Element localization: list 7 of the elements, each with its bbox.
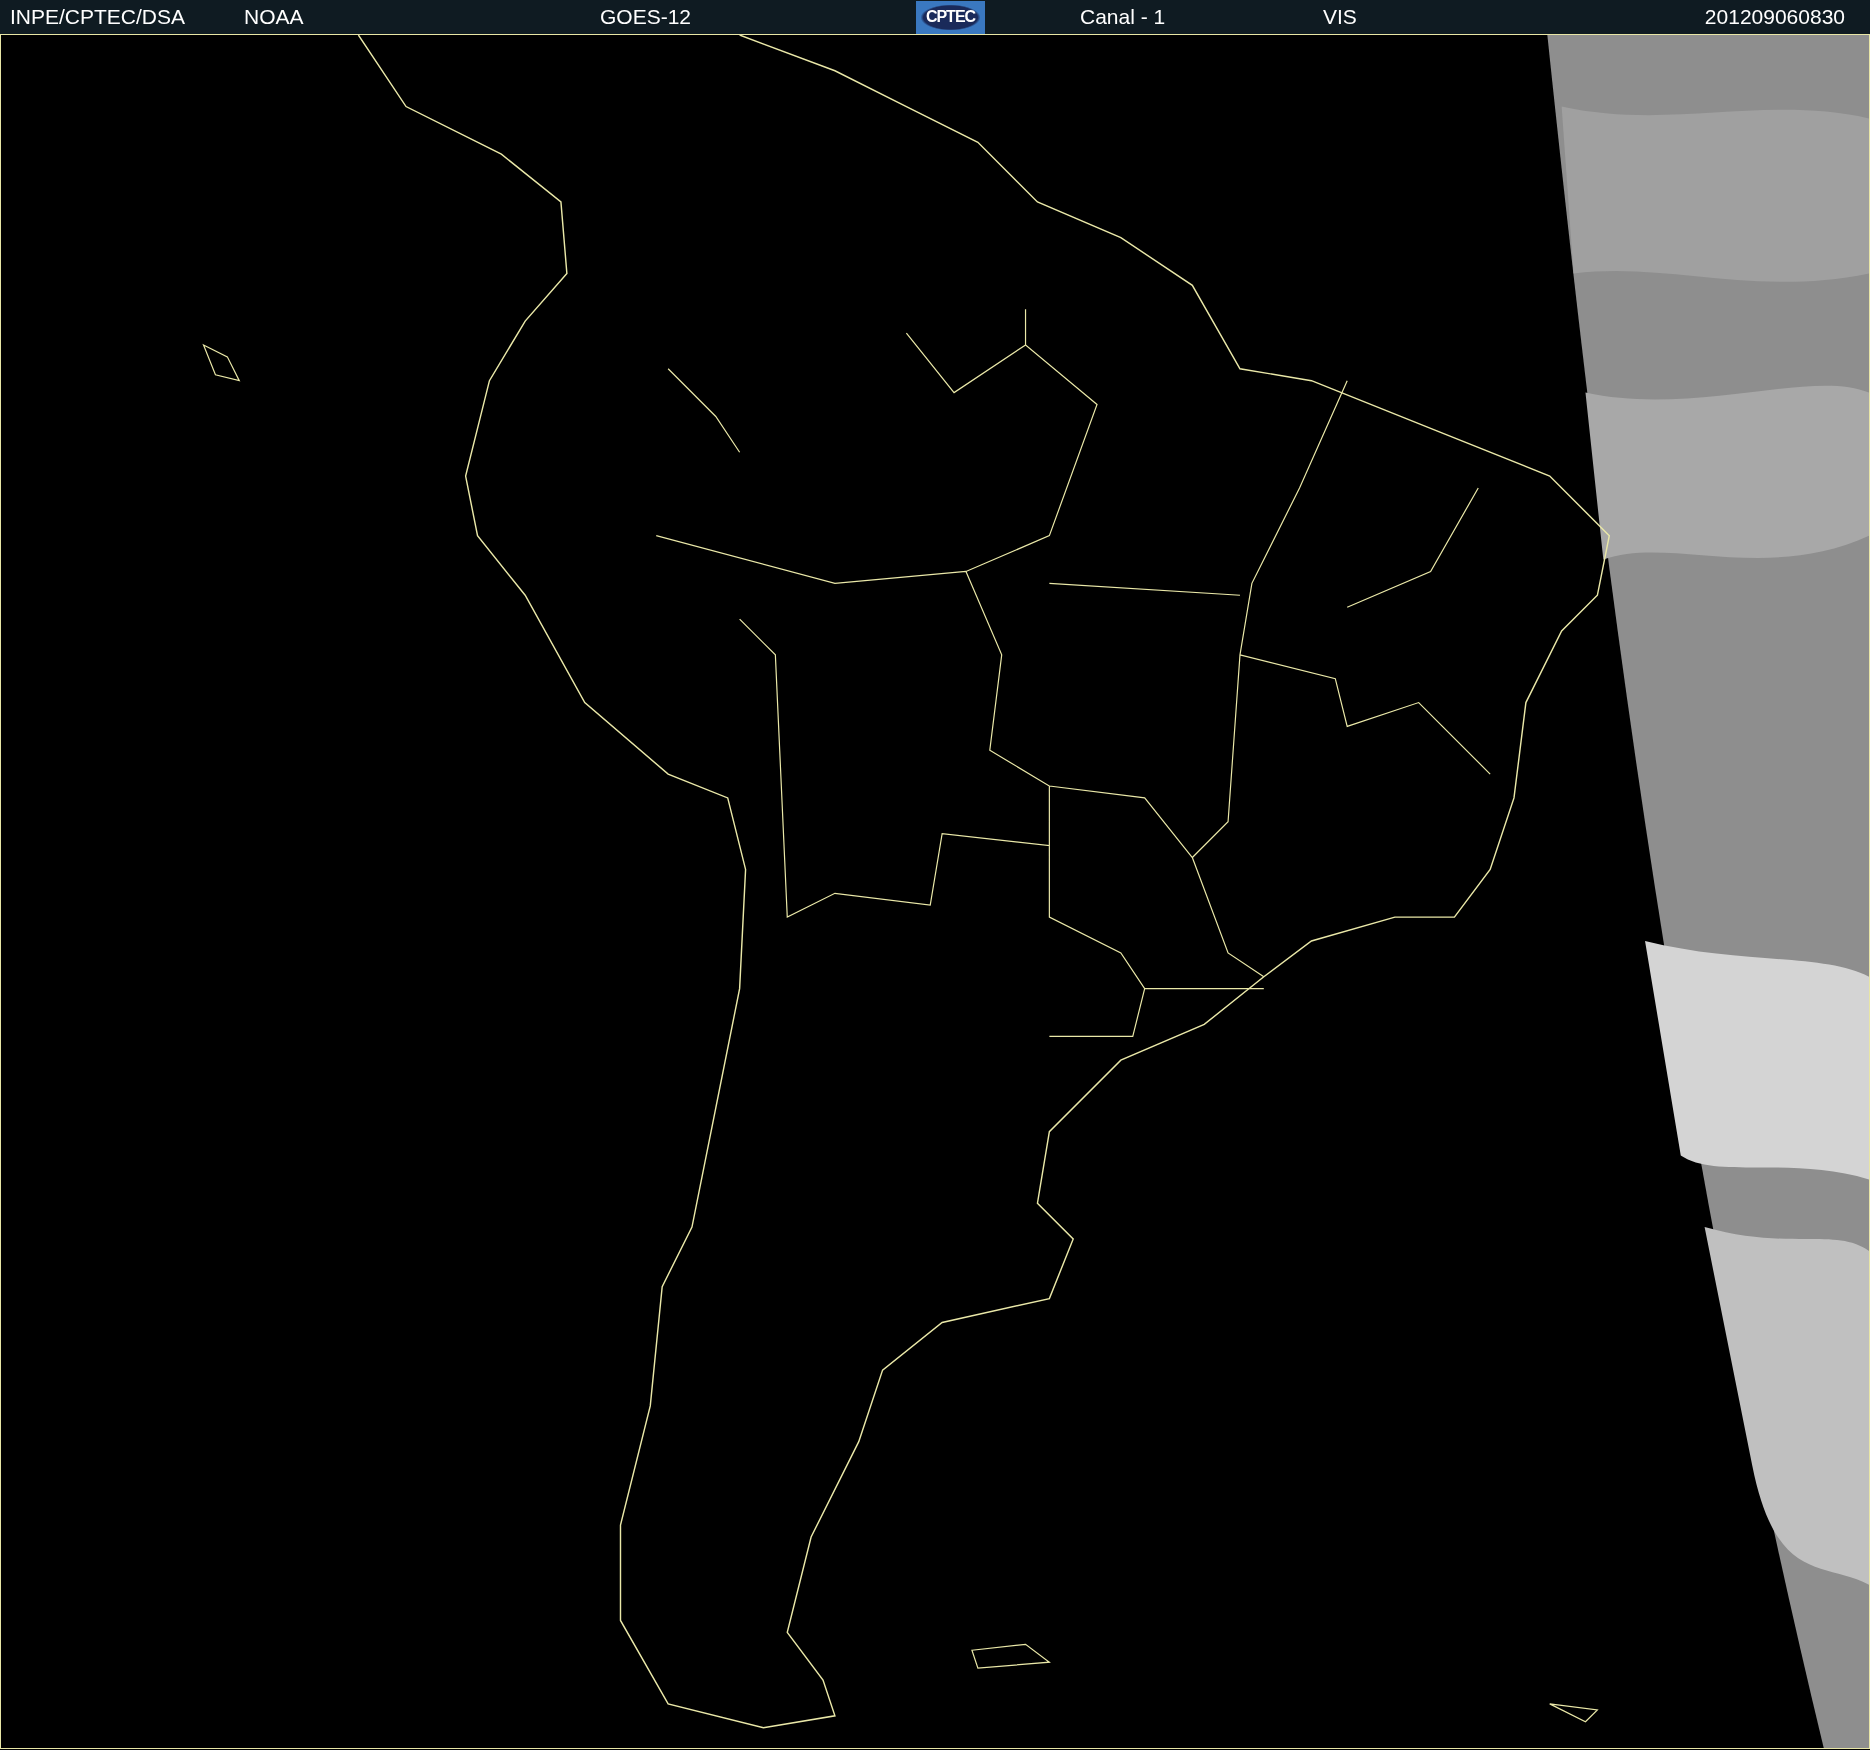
source-label: INPE/CPTEC/DSA: [10, 5, 187, 29]
agency-label: NOAA: [244, 5, 305, 29]
logo: CPTEC: [916, 0, 985, 34]
timestamp-label: 201209060830: [1704, 5, 1845, 29]
satellite-label: GOES-12: [600, 5, 693, 29]
channel-label: Canal - 1: [1080, 5, 1167, 29]
band-label: VIS: [1323, 5, 1358, 29]
